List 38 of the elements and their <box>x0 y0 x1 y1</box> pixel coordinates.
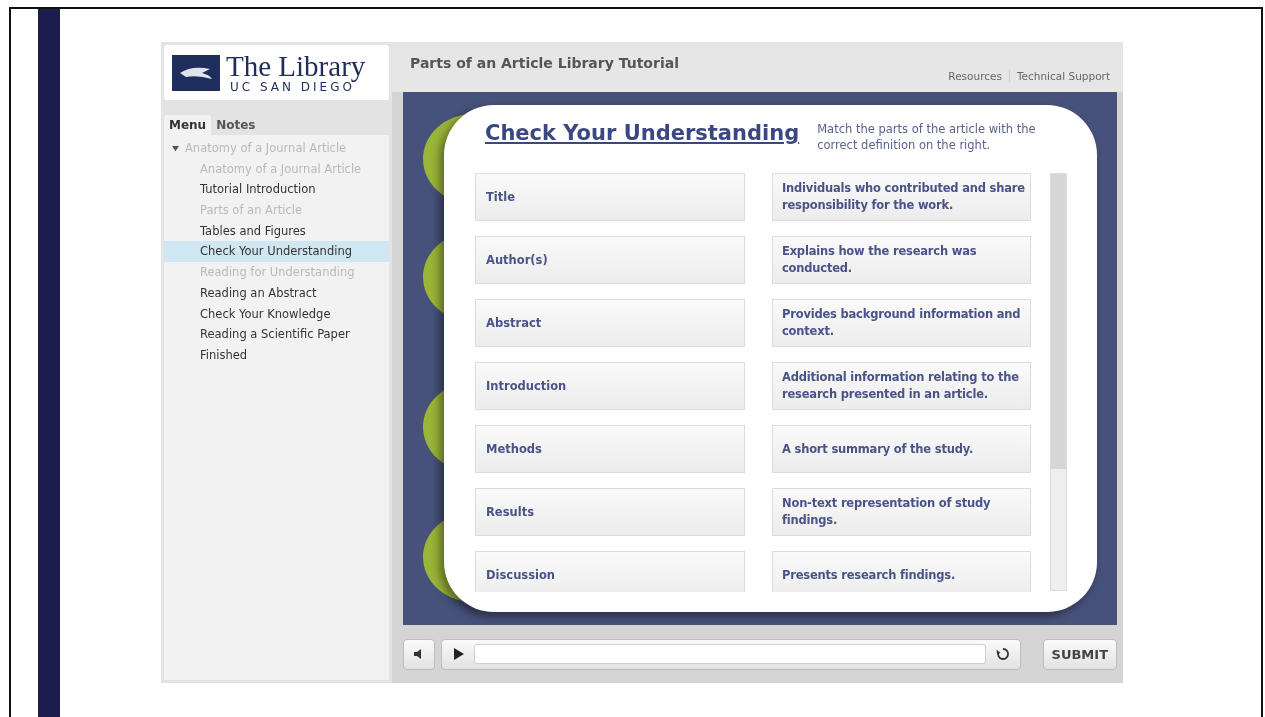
menu-item[interactable]: Tutorial Introduction <box>164 179 389 201</box>
sidebar-tab[interactable]: Menu <box>164 115 212 135</box>
term-tile[interactable]: Methods <box>475 425 745 473</box>
play-icon[interactable] <box>454 648 464 660</box>
header-link[interactable]: Resources <box>948 70 1002 82</box>
header-link[interactable]: Technical Support <box>1016 70 1110 82</box>
logo-subtitle: UC SAN DIEGO <box>230 81 355 93</box>
submit-button[interactable]: SUBMIT <box>1042 638 1117 670</box>
menu-item[interactable]: Finished <box>164 344 389 366</box>
tutorial-title: Parts of an Article Library Tutorial <box>410 55 679 73</box>
wave-logo-icon <box>172 54 220 91</box>
menu-item[interactable]: Tables and Figures <box>164 220 389 242</box>
menu-item[interactable]: Check Your Knowledge <box>164 303 389 325</box>
definition-tile[interactable]: A short summary of the study. <box>772 425 1031 473</box>
term-tile[interactable]: Discussion <box>475 551 745 592</box>
quiz-title: Check Your Understanding <box>485 121 800 145</box>
menu-item[interactable]: Reading an Abstract <box>164 282 389 304</box>
definition-tile[interactable]: Presents research findings. <box>772 551 1031 592</box>
term-tile[interactable]: Abstract <box>475 299 745 347</box>
definition-tile[interactable]: Provides background information and context. <box>772 299 1031 347</box>
term-tile[interactable]: Author(s) <box>475 236 745 284</box>
definition-tile[interactable]: Additional information relating to the research presented in an article. <box>772 362 1031 410</box>
progress-track[interactable] <box>474 644 986 664</box>
definition-tile[interactable]: Explains how the research was conducted. <box>772 236 1031 284</box>
menu-item[interactable]: Reading a Scientific Paper <box>164 324 389 345</box>
replay-icon[interactable] <box>995 647 1010 661</box>
logo-title: The Library <box>226 52 366 81</box>
term-tile[interactable]: Results <box>475 488 745 536</box>
term-tile[interactable]: Introduction <box>475 362 745 410</box>
quiz-instructions: Match the parts of the article with the correct definition on the right. <box>817 121 1037 153</box>
menu-item[interactable]: Check Your Understanding <box>164 241 389 263</box>
term-tile[interactable]: Title <box>475 173 745 221</box>
volume-button[interactable] <box>403 638 435 670</box>
definition-tile[interactable]: Non-text representation of study findings. <box>772 488 1031 536</box>
definition-tile[interactable]: Individuals who contributed and share responsibility for the work. <box>772 173 1031 221</box>
expand-triangle-icon <box>172 144 179 152</box>
sidebar-tab[interactable]: Notes <box>211 115 261 135</box>
scrollbar[interactable] <box>1050 173 1067 591</box>
